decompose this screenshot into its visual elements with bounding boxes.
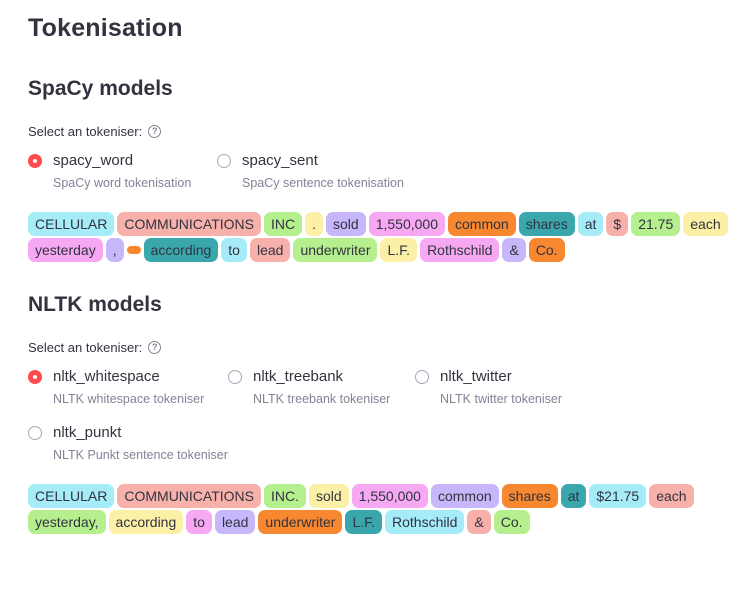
token: to	[186, 510, 212, 534]
token: L.F.	[345, 510, 383, 534]
nltk-select-label-text: Select an tokeniser:	[28, 340, 143, 355]
token: common	[448, 212, 516, 236]
token: INC.	[264, 484, 306, 508]
radio-description: NLTK twitter tokeniser	[440, 392, 563, 406]
token: to	[221, 238, 247, 262]
radio-description: NLTK whitespace tokeniser	[53, 392, 205, 406]
token: each	[649, 484, 694, 508]
token: L.F.	[380, 238, 418, 262]
help-icon[interactable]: ?	[148, 341, 162, 354]
radio-label: nltk_punkt	[53, 424, 122, 441]
token: CELLULAR	[28, 484, 115, 508]
token: each	[683, 212, 728, 236]
token: COMMUNICATIONS	[117, 484, 261, 508]
token: &	[467, 510, 491, 534]
nltk-select-label: Select an tokeniser: ?	[28, 340, 162, 355]
radio-spacy-word[interactable]: spacy_word SpaCy word tokenisation	[28, 152, 191, 190]
radio-description: NLTK Punkt sentence tokeniser	[53, 448, 228, 462]
token: ,	[105, 238, 124, 262]
token: 1,550,000	[368, 212, 445, 236]
token: $21.75	[589, 484, 647, 508]
radio-label: nltk_whitespace	[53, 368, 160, 385]
token: INC	[264, 212, 303, 236]
radio-description: NLTK treebank tokeniser	[253, 392, 391, 406]
token: lead	[249, 238, 291, 262]
token: 1,550,000	[351, 484, 428, 508]
token: $	[606, 212, 629, 236]
spacy-select-label-text: Select an tokeniser:	[28, 124, 143, 139]
page-title: Tokenisation	[28, 14, 183, 42]
radio-unchecked-icon[interactable]	[415, 369, 429, 384]
radio-nltk-twitter[interactable]: nltk_twitter NLTK twitter tokeniser	[415, 368, 562, 406]
token-line: yesterday, according to lead underwriter L.F.…	[28, 237, 740, 263]
token: shares	[518, 212, 575, 236]
token: sold	[309, 484, 349, 508]
token: sold	[326, 212, 366, 236]
token-line: yesterday, according to lead underwriter L.F.…	[28, 509, 740, 535]
token: at	[577, 212, 604, 236]
nltk-section-heading: NLTK models	[28, 293, 162, 316]
token-line: CELLULAR COMMUNICATIONS INC. sold 1,550,000 c…	[28, 211, 740, 237]
radio-label: nltk_treebank	[253, 368, 344, 385]
radio-label: spacy_word	[53, 152, 134, 169]
spacy-select-label: Select an tokeniser: ?	[28, 124, 162, 139]
token: 21.75	[631, 212, 681, 236]
token: COMMUNICATIONS	[117, 212, 261, 236]
whitespace-token	[126, 246, 141, 254]
token: lead	[214, 510, 256, 534]
help-icon[interactable]: ?	[148, 125, 162, 138]
token: underwriter	[258, 510, 343, 534]
token: .	[305, 212, 324, 236]
token: shares	[501, 484, 558, 508]
radio-nltk-whitespace[interactable]: nltk_whitespace NLTK whitespace tokenise…	[28, 368, 204, 406]
token-line: CELLULAR COMMUNICATIONS INC. sold 1,550,000 c…	[28, 483, 740, 509]
token: at	[560, 484, 587, 508]
radio-description: SpaCy sentence tokenisation	[242, 176, 404, 190]
radio-spacy-sent[interactable]: spacy_sent SpaCy sentence tokenisation	[217, 152, 404, 190]
spacy-token-output: CELLULAR COMMUNICATIONS INC. sold 1,550,000 c…	[28, 211, 740, 263]
nltk-token-output: CELLULAR COMMUNICATIONS INC. sold 1,550,000 c…	[28, 483, 740, 535]
token: according	[108, 510, 184, 534]
token: yesterday	[28, 238, 103, 262]
radio-label: spacy_sent	[242, 152, 318, 169]
radio-nltk-punkt[interactable]: nltk_punkt NLTK Punkt sentence tokeniser	[28, 424, 228, 462]
token: common	[430, 484, 499, 508]
radio-nltk-treebank[interactable]: nltk_treebank NLTK treebank tokeniser	[228, 368, 390, 406]
token: Rothschild	[420, 238, 500, 262]
token: Rothschild	[385, 510, 465, 534]
token: CELLULAR	[28, 212, 115, 236]
token: underwriter	[293, 238, 378, 262]
radio-label: nltk_twitter	[440, 368, 512, 385]
token: Co.	[528, 238, 565, 262]
token: according	[143, 238, 219, 262]
token: Co.	[493, 510, 530, 534]
token: &	[502, 238, 526, 262]
token: yesterday,	[28, 510, 106, 534]
radio-checked-icon[interactable]	[28, 153, 42, 168]
spacy-section-heading: SpaCy models	[28, 77, 173, 100]
radio-description: SpaCy word tokenisation	[53, 176, 192, 190]
radio-checked-icon[interactable]	[28, 369, 42, 384]
radio-unchecked-icon[interactable]	[228, 369, 242, 384]
radio-unchecked-icon[interactable]	[28, 425, 42, 440]
radio-unchecked-icon[interactable]	[217, 153, 231, 168]
